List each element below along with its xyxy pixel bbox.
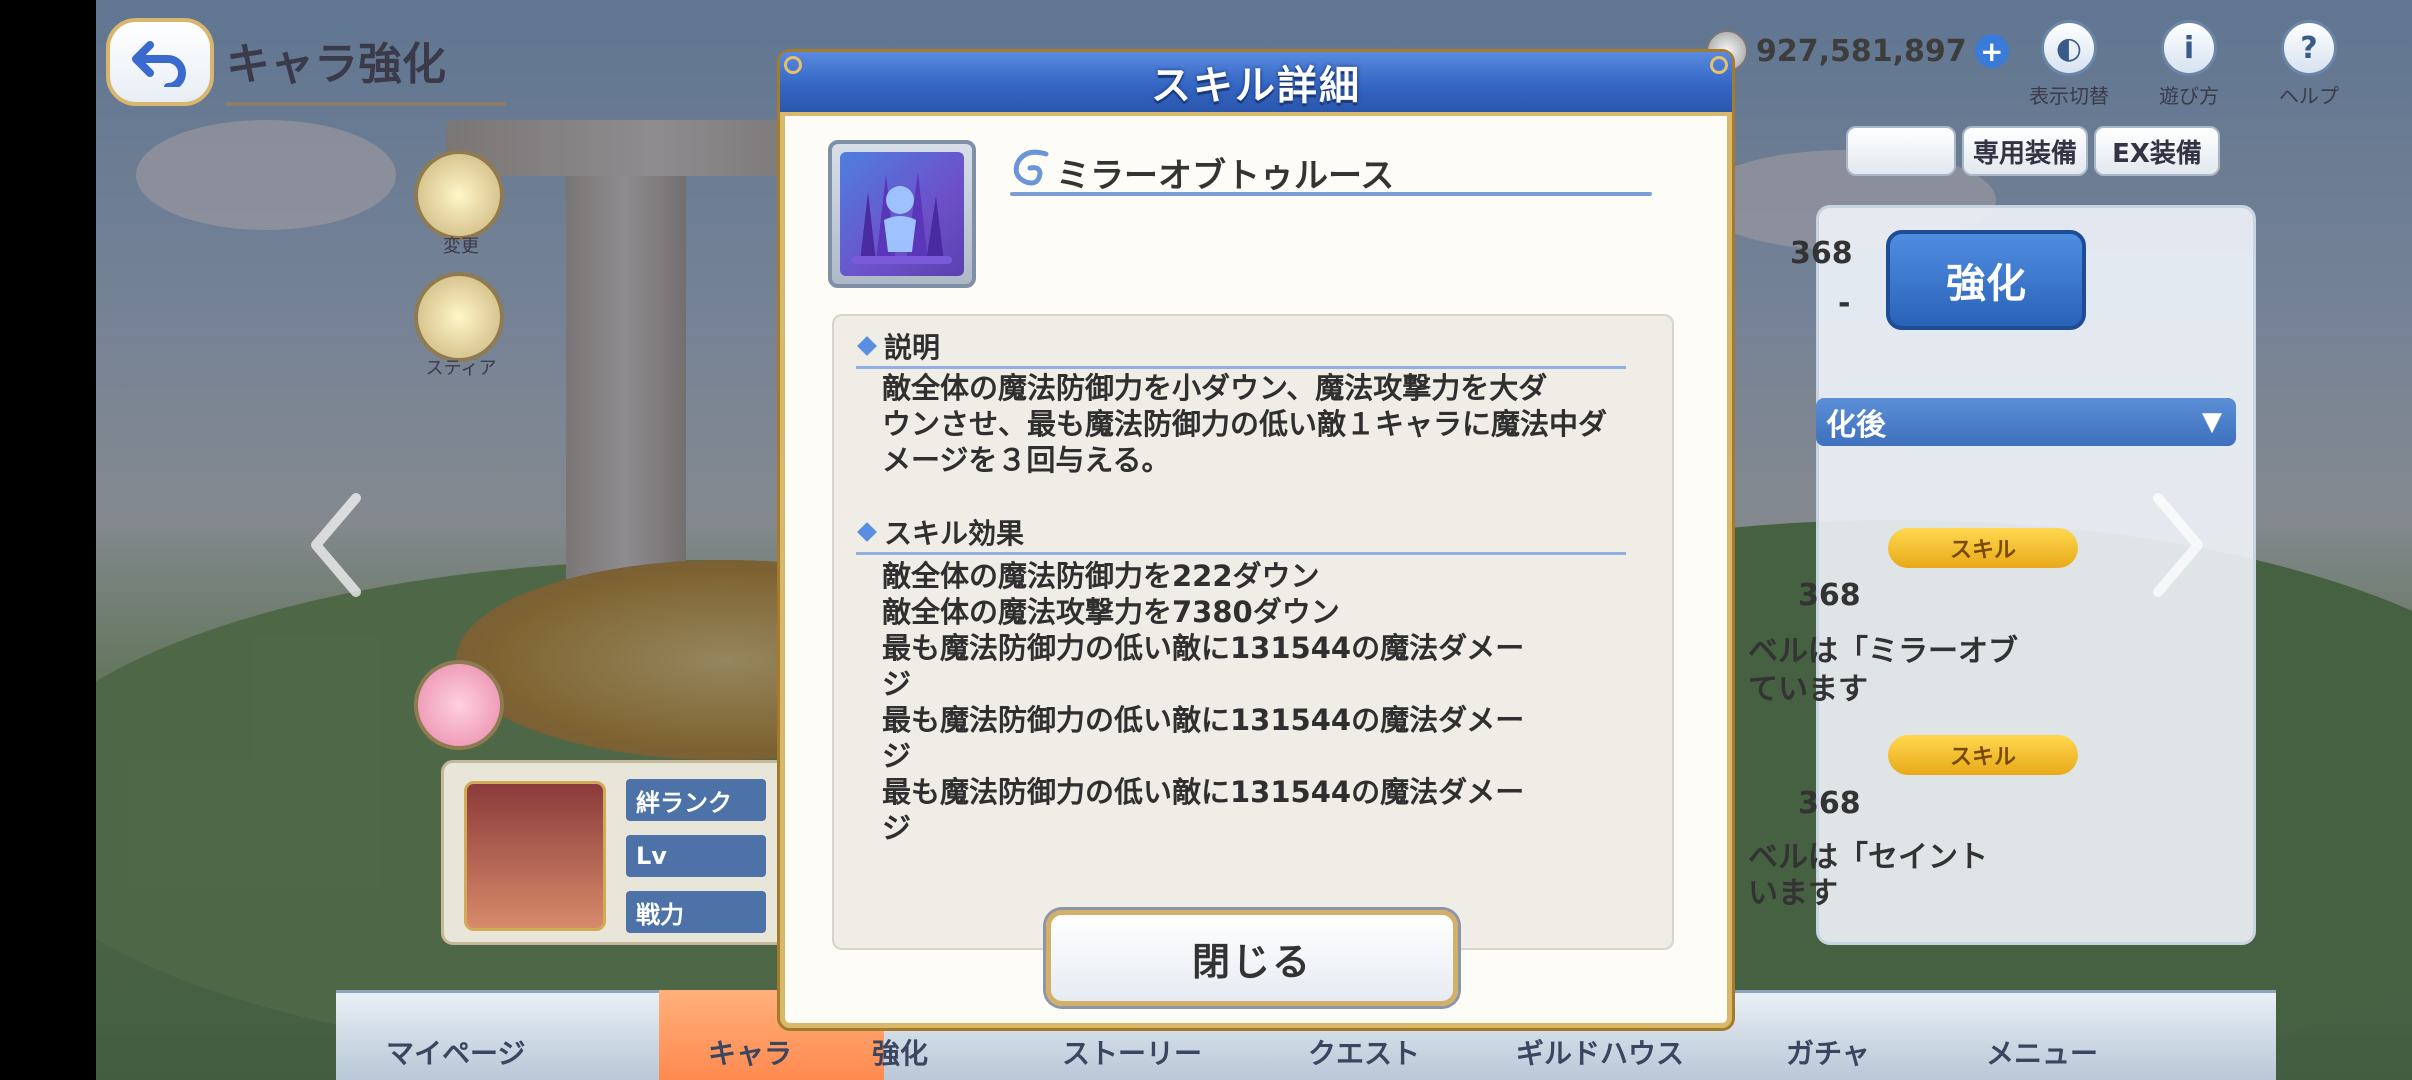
corner-ornament	[784, 56, 802, 74]
effects-heading: スキル効果	[857, 512, 1025, 552]
corner-ornament	[1710, 56, 1728, 74]
after-enhance-dropdown[interactable]: 化後 ▼	[1816, 398, 2236, 446]
how-to-play-label: 遊び方	[2159, 84, 2219, 108]
description-line: 敵全体の魔法防御力を小ダウン、魔法攻撃力を大ダ	[882, 371, 1548, 405]
description-line: メージを３回与える。	[882, 443, 1171, 477]
description-heading-text: 説明	[884, 331, 941, 364]
skill-name-underline	[1010, 192, 1652, 196]
help-icon: ?	[2281, 20, 2337, 76]
effect-line: 最も魔法防御力の低い敵に131544の魔法ダメー	[882, 703, 1525, 737]
skill-badge: スキル	[1888, 735, 2078, 775]
change-label: 変更	[443, 236, 479, 257]
money-display: 927,581,897 +	[1706, 30, 2009, 72]
nav-story[interactable]: ストーリー	[1062, 1032, 1202, 1072]
section-divider	[856, 366, 1626, 369]
level-tag: Lv	[626, 835, 766, 877]
nav-gacha[interactable]: ガチャ	[1786, 1032, 1870, 1072]
back-arrow-icon	[132, 41, 186, 87]
section-divider	[856, 552, 1626, 555]
effect-line: 敵全体の魔法攻撃力を7380ダウン	[882, 595, 1340, 629]
tab-ex-equipment[interactable]: EX装備	[2094, 126, 2220, 176]
nav-guild-house[interactable]: ギルドハウス	[1516, 1032, 1684, 1072]
chevron-right-icon[interactable]	[2148, 490, 2208, 600]
close-button-label: 閉じる	[1191, 939, 1312, 984]
info-icon: i	[2161, 20, 2217, 76]
effect-line: ジ	[882, 667, 912, 701]
toggle-view-label: 表示切替	[2029, 84, 2109, 108]
enhance-button[interactable]: 強化	[1886, 230, 2086, 330]
description-text: 敵全体の魔法防御力を小ダウン、魔法攻撃力を大ダ ウンさせ、最も魔法防御力の低い敵…	[882, 370, 1622, 478]
effect-line: ジ	[882, 811, 912, 845]
change-button[interactable]	[414, 150, 504, 240]
how-to-play-button[interactable]: i 遊び方	[2134, 20, 2244, 109]
sticker-button[interactable]	[414, 272, 504, 362]
crystal-figure-icon	[852, 172, 952, 264]
nav-quest[interactable]: クエスト	[1308, 1032, 1420, 1072]
sticker-label: スティア	[425, 358, 497, 379]
skill-badge: スキル	[1888, 528, 2078, 568]
bond-rank-tag: 絆ランク	[626, 779, 766, 821]
power-tag: 戦力	[626, 891, 766, 933]
diamond-bullet-icon	[857, 522, 877, 542]
modal-title: スキル詳細	[1151, 63, 1361, 109]
effect-line: ジ	[882, 739, 912, 773]
description-heading: 説明	[857, 326, 941, 366]
skill-icon-frame	[828, 140, 976, 288]
skill-row-text: います	[1748, 876, 1838, 911]
nav-menu[interactable]: メニュー	[1986, 1032, 2098, 1072]
skill-description-box[interactable]: 説明 敵全体の魔法防御力を小ダウン、魔法攻撃力を大ダ ウンさせ、最も魔法防御力の…	[832, 314, 1674, 950]
help-label: ヘルプ	[2279, 84, 2339, 108]
skill-row-value: 368	[1798, 786, 1861, 821]
level-dash: -	[1838, 286, 1851, 321]
effect-line: 敵全体の魔法防御力を222ダウン	[882, 559, 1320, 593]
diamond-bullet-icon	[857, 336, 877, 356]
swirl-ornament-icon	[1013, 149, 1049, 186]
toggle-view-icon: ◐	[2041, 20, 2097, 76]
dropdown-label: 化後	[1826, 408, 1886, 443]
bond-hearts-button[interactable]	[414, 660, 504, 750]
money-amount: 927,581,897	[1756, 33, 1967, 69]
toggle-view-button[interactable]: ◐ 表示切替	[2014, 20, 2124, 109]
skill-row-text: ています	[1748, 672, 1868, 707]
chevron-left-icon[interactable]	[306, 490, 366, 600]
screen-title: キャラ強化	[226, 28, 506, 106]
close-button[interactable]: 閉じる	[1046, 910, 1458, 1006]
nav-enhance[interactable]: 強化	[872, 1032, 928, 1072]
skill-row-value: 368	[1798, 578, 1861, 613]
character-portrait[interactable]	[464, 781, 606, 931]
effects-heading-text: スキル効果	[884, 517, 1025, 550]
tab-partial[interactable]	[1846, 126, 1956, 176]
effect-line: 最も魔法防御力の低い敵に131544の魔法ダメー	[882, 775, 1525, 809]
level-value: 368	[1790, 236, 1853, 271]
modal-header: スキル詳細	[780, 52, 1732, 116]
effect-line: 最も魔法防御力の低い敵に131544の魔法ダメー	[882, 631, 1525, 665]
add-money-button[interactable]: +	[1974, 34, 2009, 68]
back-button[interactable]	[106, 18, 214, 106]
nav-mypage[interactable]: マイページ	[386, 1032, 525, 1072]
mirror-skill-icon	[840, 152, 964, 276]
effects-list: 敵全体の魔法防御力を222ダウン 敵全体の魔法攻撃力を7380ダウン 最も魔法防…	[882, 558, 1622, 846]
help-button[interactable]: ? ヘルプ	[2254, 20, 2364, 109]
tab-unique-equipment[interactable]: 専用装備	[1962, 126, 2088, 176]
chevron-down-icon: ▼	[2202, 407, 2222, 437]
skill-name: ミラーオブトゥルース	[1056, 156, 1395, 196]
description-line: ウンさせ、最も魔法防御力の低い敵１キャラに魔法中ダ	[882, 407, 1608, 441]
skill-detail-modal: スキル詳細 ミラーオブトゥルース 説明 敵全体の魔法防御力を小ダウン、魔法攻撃力…	[780, 52, 1732, 1028]
nav-character[interactable]: キャラ	[708, 1032, 792, 1072]
